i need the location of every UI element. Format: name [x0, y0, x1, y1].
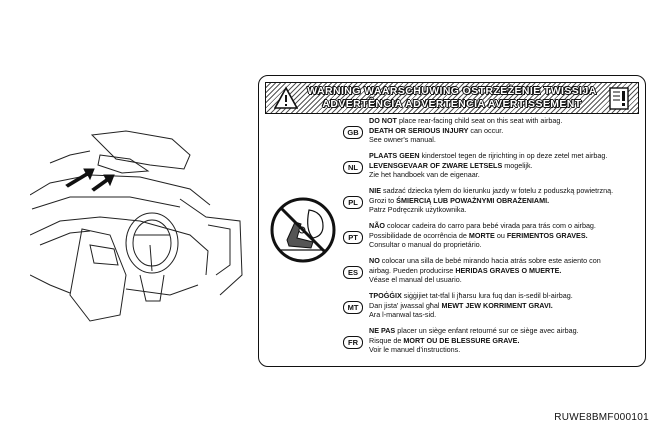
- lang-badge-gb: GB: [343, 126, 363, 139]
- warning-triangle-icon: [274, 86, 298, 109]
- arrow-icon: [65, 168, 115, 192]
- lang-badge-nl: NL: [343, 161, 363, 174]
- figure-code: RUWE8BMF000101: [554, 412, 649, 423]
- entry-es: ES NO colocar una silla de bebé mirando …: [343, 256, 641, 291]
- lang-badge-pt: PT: [343, 231, 363, 244]
- entry-text-fr: NE PAS placer un siège enfant retourné s…: [369, 326, 579, 355]
- entry-gb: GB DO NOT place rear-facing child seat o…: [343, 116, 641, 151]
- lang-badge-pl: PL: [343, 196, 363, 209]
- lang-badge-mt: MT: [343, 301, 363, 314]
- airbag-warning-label: WARNING WAARSCHUWING OSTRZEŻENIE TWISSIJ…: [258, 75, 646, 367]
- vehicle-interior-illustration: [30, 130, 243, 322]
- entry-text-es: NO colocar una silla de bebé mirando hac…: [369, 256, 601, 285]
- header-line-1: WARNING WAARSCHUWING OSTRZEŻENIE TWISSIJ…: [307, 85, 597, 97]
- lang-badge-fr: FR: [343, 336, 363, 349]
- header-line-2: ADVERTÊNCIA ADVERTENCIA AVERTISSEMENT: [322, 98, 582, 110]
- entry-text-nl: PLAATS GEEN kinderstoel tegen de rijrich…: [369, 151, 608, 180]
- entry-text-mt: TPOĠĠIX siġġijiet tat-tfal li jħarsu lur…: [369, 291, 573, 320]
- warning-entries: GB DO NOT place rear-facing child seat o…: [343, 116, 641, 361]
- header-text: WARNING WAARSCHUWING OSTRZEŻENIE TWISSIJ…: [302, 85, 602, 111]
- sun-visor-passenger: [90, 130, 191, 170]
- entry-nl: NL PLAATS GEEN kinderstoel tegen de rijr…: [343, 151, 641, 186]
- entry-fr: FR NE PAS placer un siège enfant retourn…: [343, 326, 641, 361]
- entry-text-pl: NIE sadzać dziecka tyłem do kierunku jaz…: [369, 186, 614, 215]
- entry-text-gb: DO NOT place rear-facing child seat on t…: [369, 116, 563, 145]
- lang-badge-es: ES: [343, 266, 363, 279]
- owners-manual-icon: [609, 87, 629, 110]
- entry-pt: PT NÃO colocar cadeira do carro para beb…: [343, 221, 641, 256]
- label-header: WARNING WAARSCHUWING OSTRZEŻENIE TWISSIJ…: [265, 82, 639, 114]
- entry-text-pt: NÃO colocar cadeira do carro para bebé v…: [369, 221, 596, 250]
- entry-pl: PL NIE sadzać dziecka tyłem do kierunku …: [343, 186, 641, 221]
- entry-mt: MT TPOĠĠIX siġġijiet tat-tfal li jħarsu …: [343, 291, 641, 326]
- steering-wheel: [125, 212, 179, 274]
- no-rear-facing-child-seat-icon: [270, 197, 336, 263]
